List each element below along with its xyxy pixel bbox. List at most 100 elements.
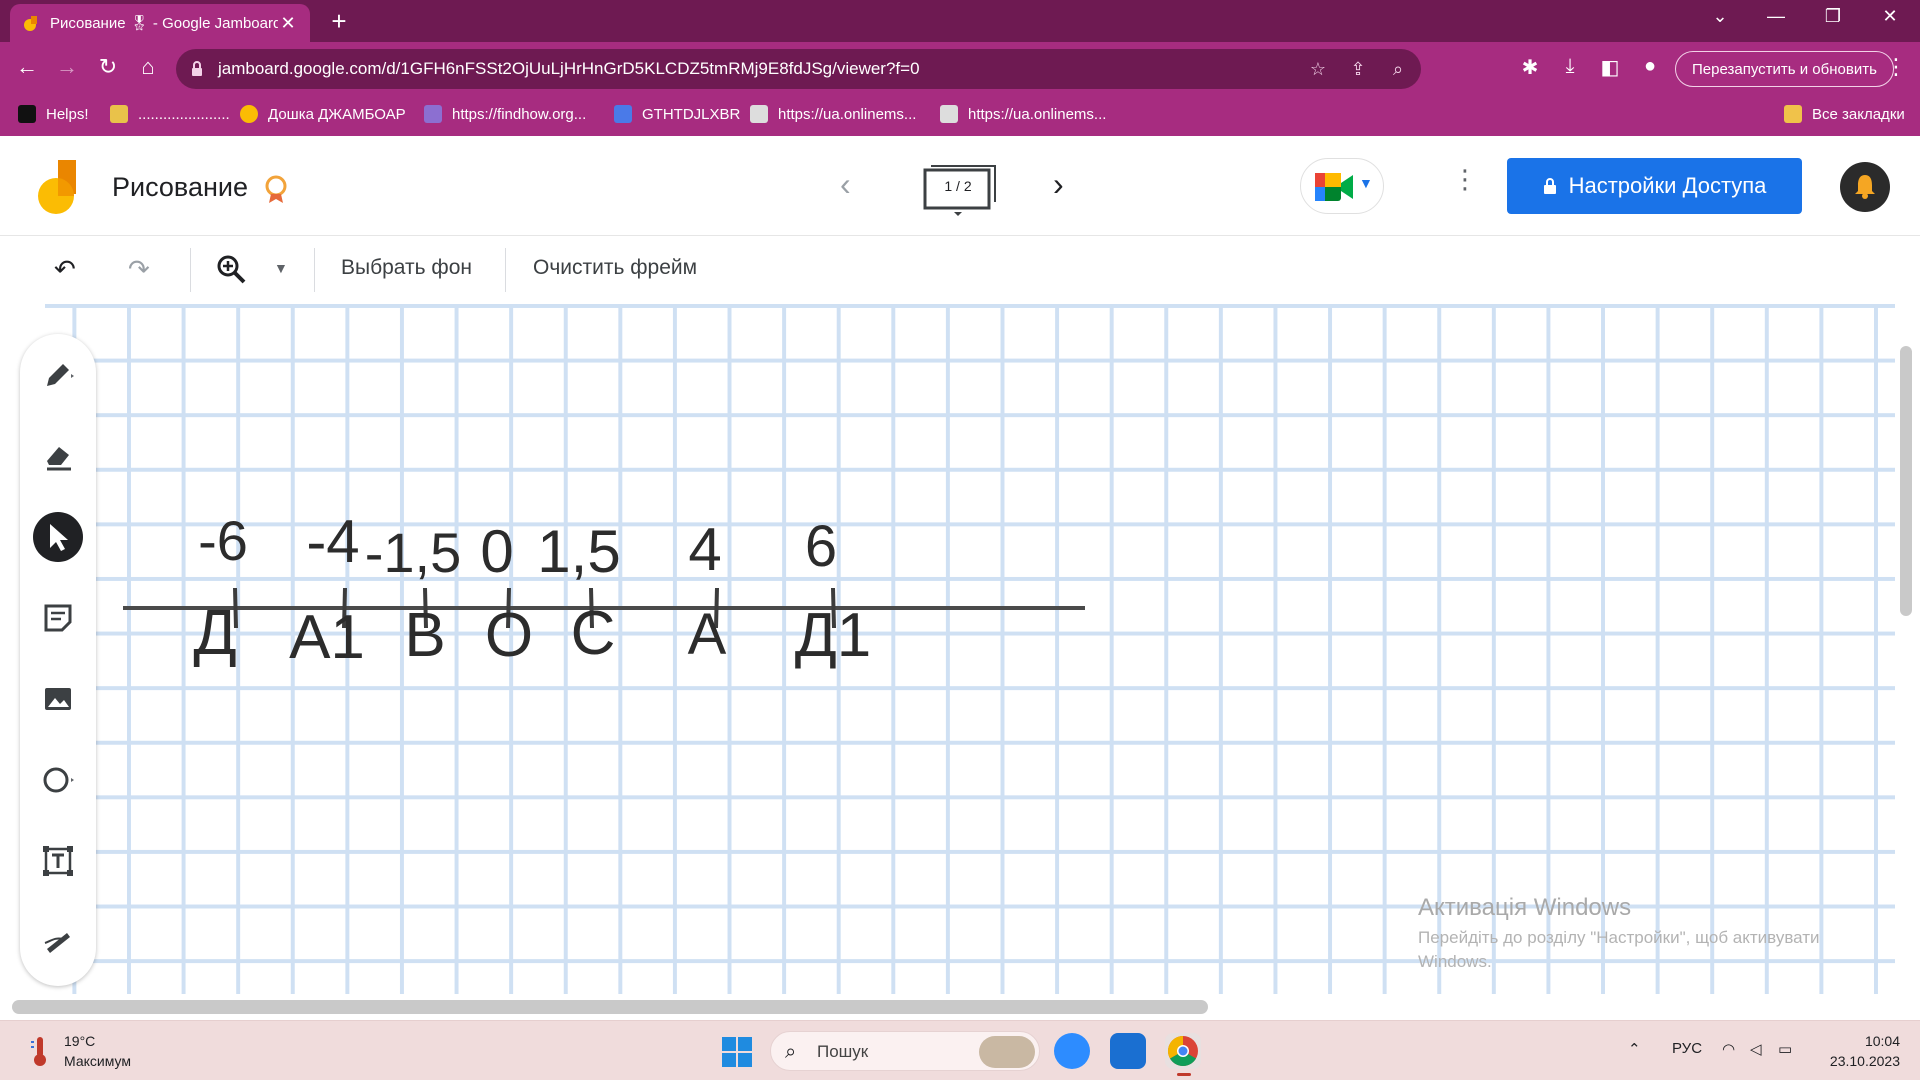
text-box-icon [43, 846, 73, 876]
jam-title[interactable]: Рисование [112, 172, 248, 203]
toolbar-divider [505, 248, 506, 292]
address-bar[interactable]: jamboard.google.com/d/1GFH6nFSSt2OjUuLjH… [176, 49, 1421, 89]
share-page-icon[interactable]: ⇪ [1346, 59, 1370, 80]
meet-present-button[interactable]: ▼ [1300, 158, 1384, 214]
battery-icon[interactable]: ▭ [1778, 1040, 1792, 1058]
point-name-label: Д [193, 596, 236, 668]
extensions-puzzle-icon[interactable]: ✱ [1516, 55, 1544, 80]
folder-icon [1784, 105, 1802, 123]
bookmark-label: https://ua.onlinems... [778, 105, 917, 123]
more-options-icon[interactable]: ⋮ [1452, 164, 1478, 195]
zoom-app-icon[interactable] [1054, 1033, 1090, 1069]
bookmark-item[interactable]: GTHTDJLXBR [614, 105, 740, 123]
chrome-app-icon[interactable] [1165, 1033, 1201, 1076]
back-arrow-icon[interactable]: ← [12, 54, 42, 80]
point-name-label: Д1 [795, 601, 871, 670]
share-access-button[interactable]: Настройки Доступа [1507, 158, 1802, 214]
pen-icon [47, 364, 74, 386]
zoom-in-icon[interactable] [216, 254, 246, 291]
profile-icon[interactable]: ● [1636, 55, 1664, 78]
user-avatar[interactable] [1840, 162, 1890, 212]
sticky-note-tool-button[interactable] [33, 593, 83, 643]
point-name-label: С [571, 599, 616, 668]
forward-arrow-icon[interactable]: → [52, 54, 82, 80]
home-icon[interactable]: ⌂ [133, 54, 163, 80]
search-highlight-image [979, 1036, 1035, 1068]
cursor-arrow-icon [50, 524, 68, 551]
url-text[interactable]: jamboard.google.com/d/1GFH6nFSSt2OjUuLjH… [218, 59, 920, 79]
select-tool-button[interactable] [33, 512, 83, 562]
restore-window-icon[interactable]: ❐ [1813, 6, 1853, 27]
relaunch-update-button[interactable]: Перезапустить и обновить [1675, 51, 1894, 87]
bookmark-favicon-icon [240, 105, 258, 123]
search-placeholder: Пошук [817, 1042, 869, 1061]
vertical-scrollbar[interactable] [1900, 346, 1912, 616]
bookmark-item[interactable]: Helps! [18, 105, 89, 123]
shape-tool-button[interactable] [33, 755, 83, 805]
tab-title: Рисование 🎖 - Google Jamboard [50, 15, 278, 32]
text-box-tool-button[interactable] [33, 836, 83, 886]
bookmark-label: GTHTDJLXBR [642, 105, 741, 123]
bookmark-star-icon[interactable]: ☆ [1306, 59, 1330, 80]
downloads-icon[interactable]: ⤓ [1556, 55, 1584, 78]
tick-value-label: -4 [306, 508, 359, 575]
number-line-drawing: -6 Д -4 А1-1,5 В0 О1,5 С 4 А 6 Д1 [123, 508, 1085, 672]
tray-overflow-chevron-icon[interactable]: ⌃ [1628, 1040, 1641, 1058]
browser-tab-strip: Рисование 🎖 - Google Jamboard ✕ + ⌄ — ❐ … [0, 0, 1920, 42]
laser-tool-button[interactable] [33, 917, 83, 967]
weather-condition[interactable]: Максимум [64, 1053, 131, 1069]
clear-frame-button[interactable]: Очистить фрейм [533, 256, 697, 280]
eraser-tool-button[interactable] [33, 431, 83, 481]
bookmark-favicon-icon [940, 105, 958, 123]
browser-menu-icon[interactable]: ⋮ [1885, 54, 1907, 80]
bookmark-favicon-icon [750, 105, 768, 123]
jamboard-favicon-icon [24, 16, 37, 31]
pen-tool-button[interactable] [33, 350, 83, 400]
redo-icon[interactable]: ↷ [128, 254, 150, 285]
toolbar-divider [314, 248, 315, 292]
bookmark-favicon-icon [424, 105, 442, 123]
windows-activation-subtitle: Перейдіть до розділу "Настройки", щоб ак… [1418, 928, 1820, 971]
all-bookmarks-label: Все закладки [1812, 105, 1905, 123]
bookmark-label: ...................... [138, 105, 230, 123]
previous-frame-chevron-icon[interactable]: ‹ [840, 166, 851, 203]
bookmark-label: https://ua.onlinems... [968, 105, 1107, 123]
new-tab-button[interactable]: + [324, 6, 354, 37]
tab-close-icon[interactable]: ✕ [278, 13, 298, 34]
windows-activation-title: Активація Windows [1418, 894, 1632, 921]
all-bookmarks-button[interactable]: Все закладки [1784, 105, 1905, 123]
zoom-dropdown-icon[interactable]: ▼ [274, 260, 288, 276]
close-window-icon[interactable]: ✕ [1870, 6, 1910, 27]
taskbar-search[interactable]: ⌕ Пошук [770, 1031, 1040, 1071]
image-tool-button[interactable] [33, 674, 83, 724]
frame-bar-toggle[interactable]: 1 / 2 [923, 162, 997, 216]
choose-background-button[interactable]: Выбрать фон [341, 256, 472, 280]
browser-tab-active[interactable]: Рисование 🎖 - Google Jamboard ✕ [10, 4, 310, 42]
jamboard-logo-icon [38, 160, 76, 214]
mail-app-icon[interactable] [1110, 1033, 1146, 1069]
wifi-icon[interactable]: ◠ [1722, 1040, 1735, 1058]
bookmark-item[interactable]: https://ua.onlinems... [940, 105, 1106, 123]
jamboard-toolbar: ↶ ↷ ▼ Выбрать фон Очистить фрейм [0, 236, 1920, 304]
side-panel-icon[interactable]: ◧ [1596, 55, 1624, 80]
system-clock[interactable]: 10:04 23.10.2023 [1820, 1031, 1900, 1071]
minimize-window-icon[interactable]: — [1756, 6, 1796, 27]
next-frame-chevron-icon[interactable]: › [1053, 166, 1064, 203]
bookmark-label: Дошка ДЖАМБОАР [268, 105, 406, 123]
reload-icon[interactable]: ↻ [93, 54, 123, 80]
zoom-icon[interactable]: ⌕ [1386, 59, 1410, 80]
bookmark-item[interactable]: Дошка ДЖАМБОАР [240, 105, 406, 123]
bookmark-item[interactable]: ...................... [110, 105, 230, 123]
jam-canvas[interactable]: -6 Д -4 А1 -1,5 В 0 О 1,5 С 4 А 6 Д1 [45, 304, 1895, 994]
site-info-icon[interactable] [190, 60, 204, 78]
volume-icon[interactable]: ◁ [1750, 1040, 1762, 1058]
bookmark-item[interactable]: https://ua.onlinems... [750, 105, 916, 123]
thermometer-icon[interactable] [28, 1035, 52, 1067]
windows-start-icon[interactable] [722, 1037, 752, 1067]
input-language[interactable]: РУС [1672, 1040, 1702, 1057]
tab-search-chevron-icon[interactable]: ⌄ [1700, 6, 1740, 27]
horizontal-scrollbar[interactable] [12, 1000, 1208, 1014]
undo-icon[interactable]: ↶ [54, 254, 76, 285]
weather-temperature[interactable]: 19°C [64, 1033, 95, 1049]
bookmark-item[interactable]: https://findhow.org... [424, 105, 586, 123]
